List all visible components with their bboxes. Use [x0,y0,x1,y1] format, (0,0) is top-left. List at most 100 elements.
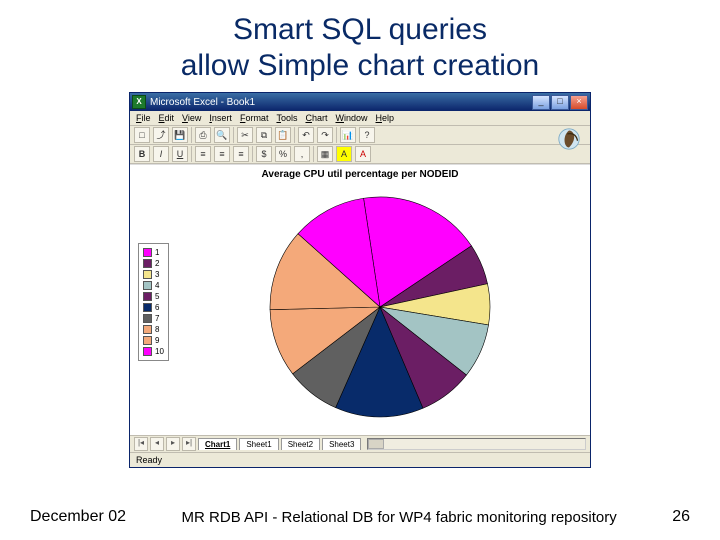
bold-icon[interactable]: B [134,146,150,162]
copy-icon[interactable]: ⧉ [256,127,272,143]
open-icon[interactable]: ⤴ [153,127,169,143]
menu-window[interactable]: Window [335,113,367,123]
legend-item[interactable]: 6 [143,302,164,313]
slide-title: Smart SQL queries allow Simple chart cre… [0,12,720,84]
decorative-logo-icon [552,125,586,153]
redo-icon[interactable]: ↷ [317,127,333,143]
legend-label: 5 [155,291,159,302]
tab-sheet2[interactable]: Sheet2 [281,438,320,450]
font-color-icon[interactable]: A [355,146,371,162]
legend-item[interactable]: 1 [143,247,164,258]
legend-swatch-icon [143,303,152,312]
horizontal-scrollbar[interactable] [367,438,586,450]
legend-label: 4 [155,280,159,291]
minimize-button[interactable]: _ [532,95,550,110]
fill-color-icon[interactable]: A [336,146,352,162]
underline-icon[interactable]: U [172,146,188,162]
italic-icon[interactable]: I [153,146,169,162]
legend-label: 8 [155,324,159,335]
undo-icon[interactable]: ↶ [298,127,314,143]
legend-item[interactable]: 10 [143,346,164,357]
slide-title-line1: Smart SQL queries [233,13,487,46]
legend-item[interactable]: 9 [143,335,164,346]
excel-window: X Microsoft Excel - Book1 _ □ × File Edi… [129,92,591,468]
legend-item[interactable]: 8 [143,324,164,335]
close-button[interactable]: × [570,95,588,110]
chart-wizard-icon[interactable]: 📊 [340,127,356,143]
slide-footer: December 02 MR RDB API - Relational DB f… [0,508,720,526]
legend-label: 3 [155,269,159,280]
menu-bar: File Edit View Insert Format Tools Chart… [130,111,590,126]
menu-view[interactable]: View [182,113,201,123]
paste-icon[interactable]: 📋 [275,127,291,143]
legend-label: 10 [155,346,164,357]
legend-label: 2 [155,258,159,269]
separator-icon [233,127,234,143]
tab-nav-prev-icon[interactable]: ◂ [150,437,164,451]
legend-item[interactable]: 3 [143,269,164,280]
status-text: Ready [136,455,162,465]
legend-label: 7 [155,313,159,324]
separator-icon [313,146,314,162]
legend-swatch-icon [143,281,152,290]
align-left-icon[interactable]: ≡ [195,146,211,162]
legend-swatch-icon [143,325,152,334]
tab-nav-first-icon[interactable]: |◂ [134,437,148,451]
legend-swatch-icon [143,347,152,356]
legend-item[interactable]: 2 [143,258,164,269]
window-title: Microsoft Excel - Book1 [150,97,255,108]
scrollbar-thumb[interactable] [368,439,384,449]
menu-file[interactable]: File [136,113,151,123]
separator-icon [191,127,192,143]
legend-item[interactable]: 4 [143,280,164,291]
comma-icon[interactable]: , [294,146,310,162]
legend-label: 1 [155,247,159,258]
legend-swatch-icon [143,259,152,268]
tab-sheet1[interactable]: Sheet1 [239,438,278,450]
borders-icon[interactable]: ▦ [317,146,333,162]
separator-icon [252,146,253,162]
chart-title: Average CPU util percentage per NODEID [130,165,590,184]
menu-chart[interactable]: Chart [305,113,327,123]
cut-icon[interactable]: ✂ [237,127,253,143]
new-icon[interactable]: □ [134,127,150,143]
align-center-icon[interactable]: ≡ [214,146,230,162]
menu-tools[interactable]: Tools [276,113,297,123]
tab-nav-next-icon[interactable]: ▸ [166,437,180,451]
legend-item[interactable]: 7 [143,313,164,324]
menu-format[interactable]: Format [240,113,269,123]
legend-item[interactable]: 5 [143,291,164,302]
help-icon[interactable]: ? [359,127,375,143]
chart-area[interactable]: Average CPU util percentage per NODEID 1… [130,164,590,435]
tab-chart1[interactable]: Chart1 [198,438,237,450]
pie-chart[interactable] [130,185,590,425]
print-icon[interactable]: ⎙ [195,127,211,143]
percent-icon[interactable]: % [275,146,291,162]
menu-help[interactable]: Help [376,113,395,123]
status-bar: Ready [130,452,590,467]
menu-insert[interactable]: Insert [209,113,232,123]
tab-sheet3[interactable]: Sheet3 [322,438,361,450]
sheet-tab-bar: |◂ ◂ ▸ ▸| Chart1 Sheet1 Sheet2 Sheet3 [130,435,590,452]
align-right-icon[interactable]: ≡ [233,146,249,162]
page-number: 26 [672,508,690,526]
preview-icon[interactable]: 🔍 [214,127,230,143]
tab-nav-last-icon[interactable]: ▸| [182,437,196,451]
legend-swatch-icon [143,314,152,323]
titlebar[interactable]: X Microsoft Excel - Book1 _ □ × [130,93,590,111]
legend-swatch-icon [143,292,152,301]
save-icon[interactable]: 💾 [172,127,188,143]
maximize-button[interactable]: □ [551,95,569,110]
menu-edit[interactable]: Edit [159,113,175,123]
chart-legend[interactable]: 12345678910 [138,243,169,361]
currency-icon[interactable]: $ [256,146,272,162]
footer-title: MR RDB API - Relational DB for WP4 fabri… [126,509,672,526]
formatting-toolbar: B I U ≡ ≡ ≡ $ % , ▦ A A [130,145,590,164]
separator-icon [336,127,337,143]
footer-date: December 02 [30,508,126,526]
legend-swatch-icon [143,270,152,279]
legend-swatch-icon [143,248,152,257]
separator-icon [191,146,192,162]
standard-toolbar: □ ⤴ 💾 ⎙ 🔍 ✂ ⧉ 📋 ↶ ↷ 📊 ? [130,126,590,145]
slide-title-line2: allow Simple chart creation [181,49,540,82]
